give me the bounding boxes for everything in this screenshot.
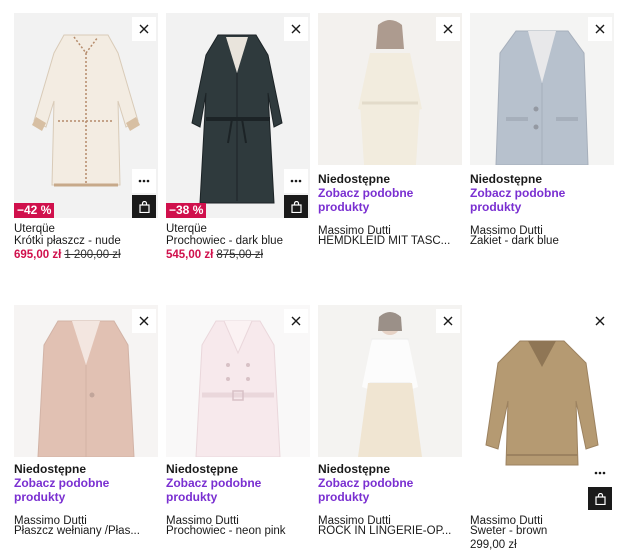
more-options-button[interactable]: [284, 169, 308, 193]
close-icon: [443, 24, 453, 34]
product-card[interactable]: −42 % Uterqüe Krótki płaszcz - nude 695,…: [14, 13, 158, 273]
original-price: 875,00 zł: [216, 249, 264, 261]
remove-button[interactable]: [284, 17, 308, 41]
sale-price: 695,00 zł: [14, 249, 62, 261]
unavailable-notice: Niedostępne Zobacz podobne produkty: [470, 172, 614, 214]
add-to-bag-button[interactable]: [284, 195, 308, 218]
shopping-bag-icon: [594, 492, 606, 505]
add-to-bag-button[interactable]: [132, 195, 156, 218]
product-name[interactable]: Płaszcz wełniany /Płas...: [14, 525, 158, 538]
remove-button[interactable]: [588, 309, 612, 333]
similar-products-link[interactable]: Zobacz podobne produkty: [318, 186, 462, 214]
remove-button[interactable]: [132, 17, 156, 41]
discount-badge: −38 %: [166, 203, 207, 218]
close-icon: [139, 316, 149, 326]
unavailable-label: Niedostępne: [166, 462, 239, 476]
product-card[interactable]: −38 % Uterqüe Prochowiec - dark blue 545…: [166, 13, 310, 273]
close-icon: [139, 24, 149, 34]
product-name[interactable]: Sweter - brown: [470, 525, 614, 538]
unavailable-label: Niedostępne: [14, 462, 87, 476]
more-icon: [290, 179, 302, 183]
product-name[interactable]: Prochowiec - dark blue: [166, 235, 310, 248]
add-to-bag-button[interactable]: [588, 487, 612, 510]
unavailable-notice: Niedostępne Zobacz podobne produkty: [318, 172, 462, 214]
original-price: 1 200,00 zł: [64, 249, 121, 261]
product-card[interactable]: Niedostępne Zobacz podobne produkty Mass…: [14, 305, 158, 555]
product-name[interactable]: HEMDKLEID MIT TASC...: [318, 235, 462, 248]
product-card[interactable]: Niedostępne Zobacz podobne produkty Mass…: [318, 13, 462, 273]
close-icon: [443, 316, 453, 326]
remove-button[interactable]: [436, 309, 460, 333]
product-card[interactable]: Niedostępne Zobacz podobne produkty Mass…: [166, 305, 310, 555]
close-icon: [595, 24, 605, 34]
remove-button[interactable]: [588, 17, 612, 41]
price-row: 695,00 zł 1 200,00 zł: [14, 248, 121, 262]
shopping-bag-icon: [290, 200, 302, 213]
similar-products-link[interactable]: Zobacz podobne produkty: [14, 476, 158, 504]
unavailable-notice: Niedostępne Zobacz podobne produkty: [318, 462, 462, 504]
discount-badge: −42 %: [14, 203, 55, 218]
product-card[interactable]: Massimo Dutti Sweter - brown 299,00 zł: [470, 305, 614, 555]
product-name[interactable]: ROCK IN LINGERIE-OP...: [318, 525, 462, 538]
price-row: 545,00 zł 875,00 zł: [166, 248, 263, 262]
product-price: 299,00 zł: [470, 539, 517, 551]
shopping-bag-icon: [138, 200, 150, 213]
unavailable-label: Niedostępne: [318, 462, 391, 476]
more-icon: [594, 471, 606, 475]
product-name[interactable]: Prochowiec - neon pink: [166, 525, 310, 538]
unavailable-notice: Niedostępne Zobacz podobne produkty: [14, 462, 158, 504]
product-name[interactable]: Krótki płaszcz - nude: [14, 235, 158, 248]
unavailable-notice: Niedostępne Zobacz podobne produkty: [166, 462, 310, 504]
unavailable-label: Niedostępne: [318, 172, 391, 186]
price-row: 299,00 zł: [470, 538, 517, 552]
product-card[interactable]: Niedostępne Zobacz podobne produkty Mass…: [470, 13, 614, 273]
more-icon: [138, 179, 150, 183]
close-icon: [595, 316, 605, 326]
more-options-button[interactable]: [588, 461, 612, 485]
similar-products-link[interactable]: Zobacz podobne produkty: [470, 186, 614, 214]
close-icon: [291, 316, 301, 326]
more-options-button[interactable]: [132, 169, 156, 193]
close-icon: [291, 24, 301, 34]
remove-button[interactable]: [436, 17, 460, 41]
similar-products-link[interactable]: Zobacz podobne produkty: [166, 476, 310, 504]
sale-price: 545,00 zł: [166, 249, 214, 261]
similar-products-link[interactable]: Zobacz podobne produkty: [318, 476, 462, 504]
remove-button[interactable]: [132, 309, 156, 333]
product-name[interactable]: Żakiet - dark blue: [470, 235, 614, 248]
unavailable-label: Niedostępne: [470, 172, 543, 186]
product-card[interactable]: Niedostępne Zobacz podobne produkty Mass…: [318, 305, 462, 555]
remove-button[interactable]: [284, 309, 308, 333]
